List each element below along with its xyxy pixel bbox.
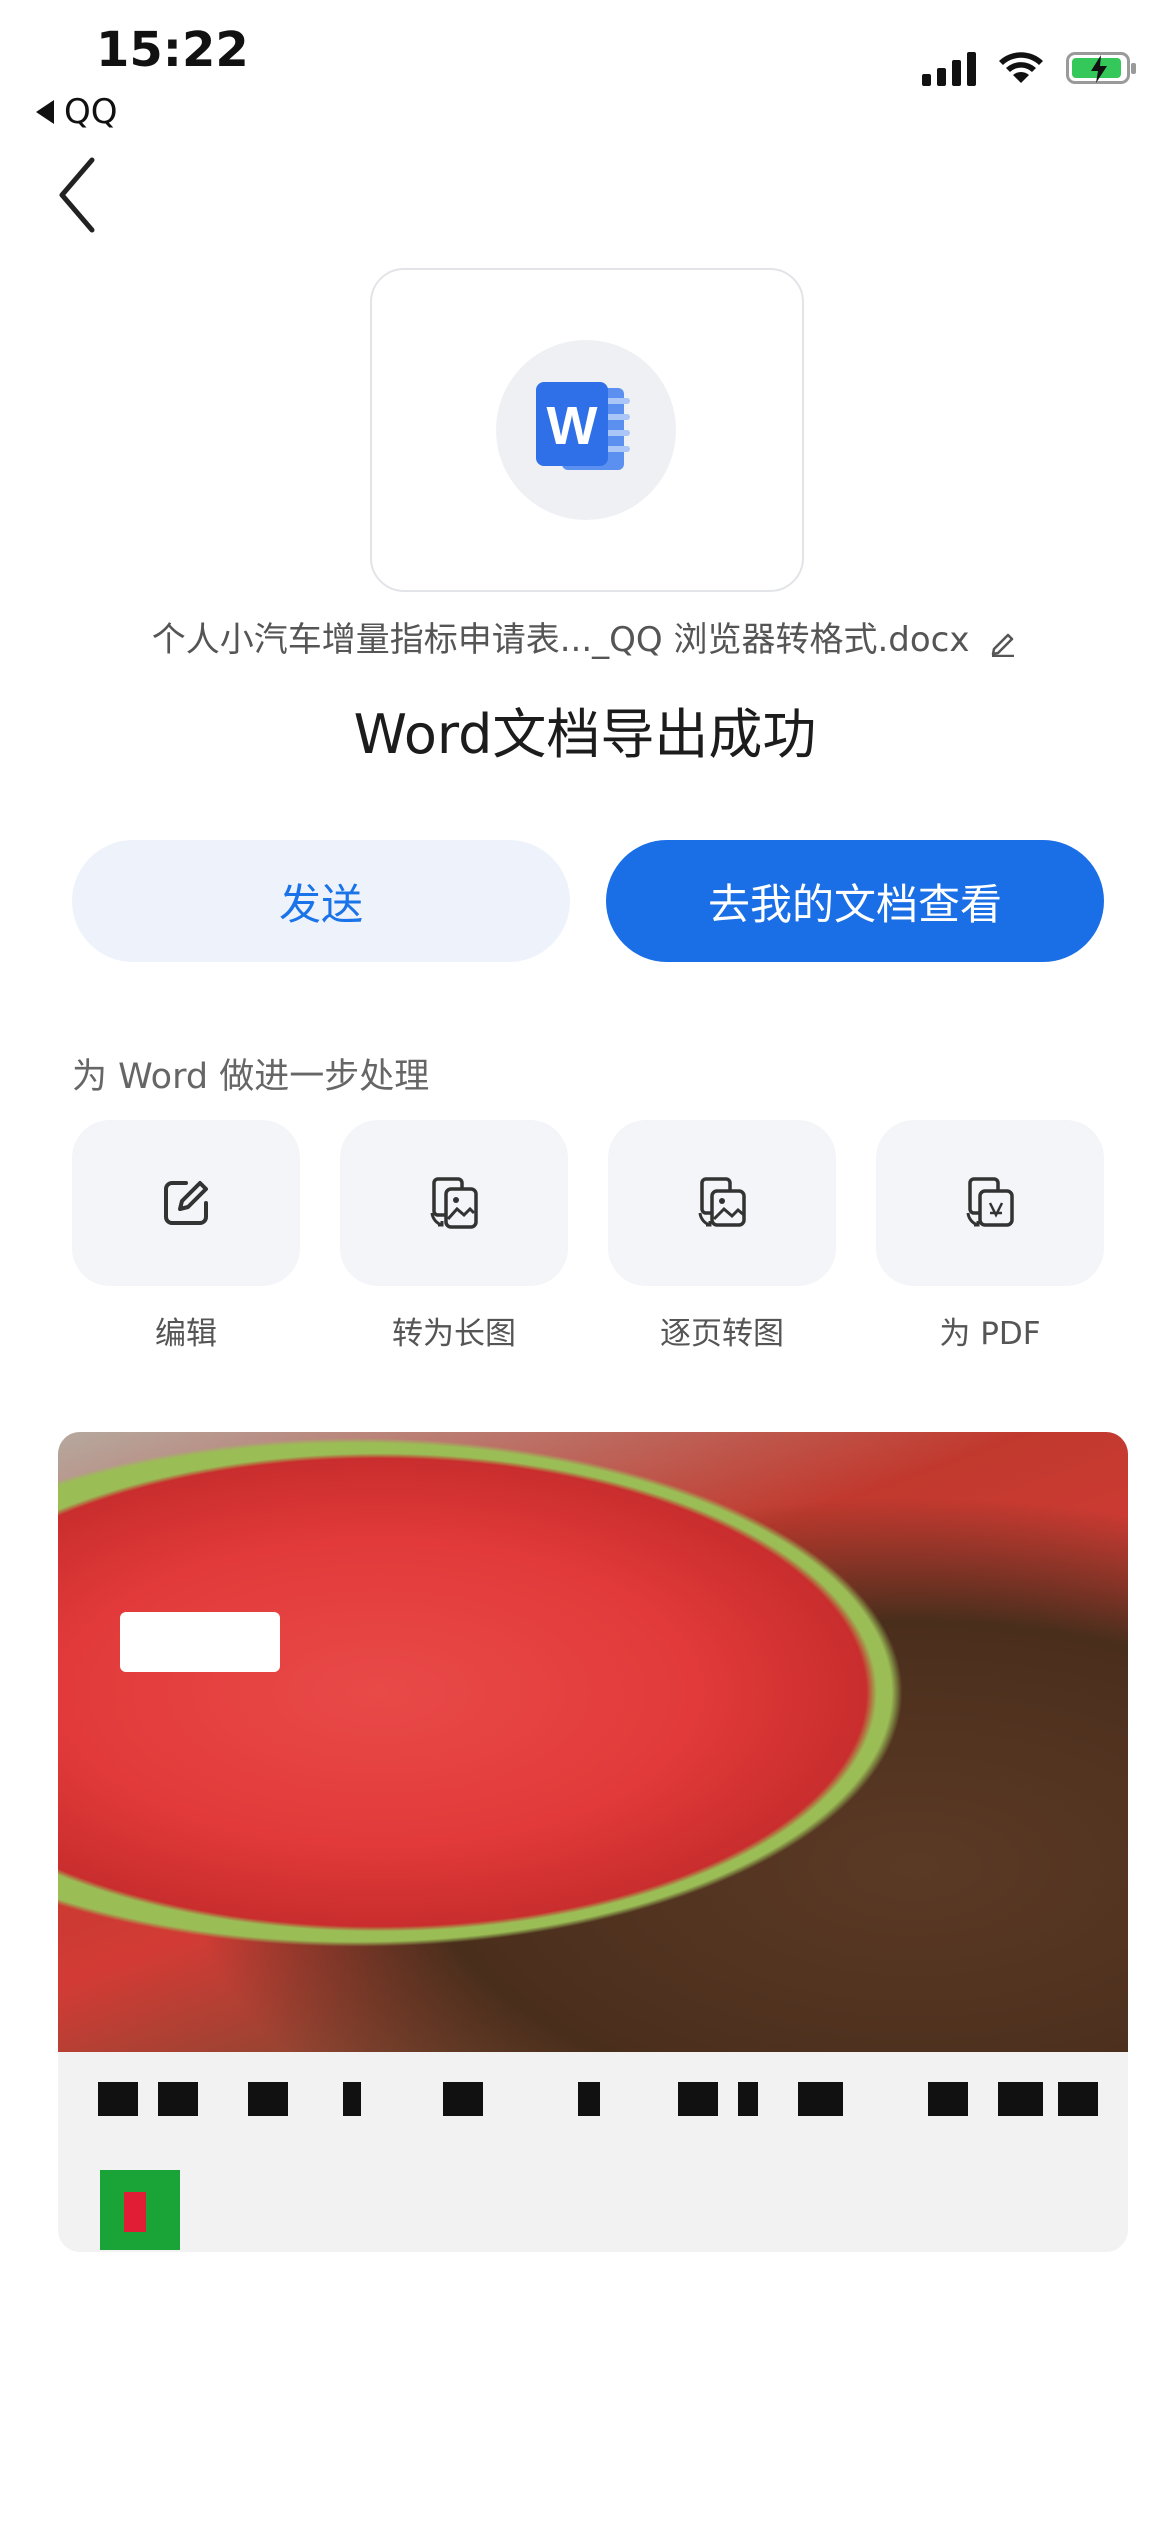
- edit-tool-button[interactable]: [72, 1120, 300, 1286]
- back-triangle-icon: [36, 100, 54, 124]
- export-success-title: Word文档导出成功: [353, 703, 817, 766]
- cellular-signal-icon: [922, 50, 976, 86]
- back-chevron-icon[interactable]: [52, 150, 112, 240]
- ad-logo: [100, 2170, 180, 2250]
- back-app-label: QQ: [64, 92, 118, 132]
- view-my-documents-button[interactable]: 去我的文档查看: [606, 840, 1104, 962]
- page-to-image-tool-button[interactable]: [608, 1120, 836, 1286]
- send-button[interactable]: 发送: [72, 840, 570, 962]
- long-image-icon: [430, 1177, 478, 1229]
- edit-icon: [164, 1181, 208, 1225]
- page-to-image-tool-label: 逐页转图: [660, 1316, 784, 1352]
- word-document-icon: W: [536, 382, 630, 470]
- page-to-image-icon: [698, 1177, 746, 1227]
- ad-badge: [120, 1612, 280, 1672]
- further-processing-label: 为 Word 做进一步处理: [72, 1057, 430, 1097]
- back-to-app-link[interactable]: QQ: [36, 92, 118, 132]
- long-image-tool-label: 转为长图: [392, 1316, 516, 1352]
- convert-pdf-tool-button[interactable]: [876, 1120, 1104, 1286]
- advertisement-banner[interactable]: [58, 1432, 1128, 2252]
- convert-pdf-tool-label: 为 PDF: [939, 1316, 1041, 1352]
- wifi-icon: [999, 52, 1043, 83]
- status-icons: [922, 50, 1136, 86]
- edit-tool-label: 编辑: [155, 1316, 217, 1352]
- battery-charging-icon: [1066, 52, 1136, 84]
- rename-pencil-icon[interactable]: [988, 627, 1018, 657]
- svg-text:W: W: [547, 396, 598, 456]
- status-time: 15:22: [96, 22, 249, 78]
- long-image-tool-button[interactable]: [340, 1120, 568, 1286]
- file-name: 个人小汽车增量指标申请表..._QQ 浏览器转格式.docx: [151, 620, 970, 660]
- ad-image: [58, 1432, 1128, 2052]
- file-name-row[interactable]: 个人小汽车增量指标申请表..._QQ 浏览器转格式.docx: [60, 612, 1110, 661]
- convert-pdf-icon: [966, 1177, 1014, 1227]
